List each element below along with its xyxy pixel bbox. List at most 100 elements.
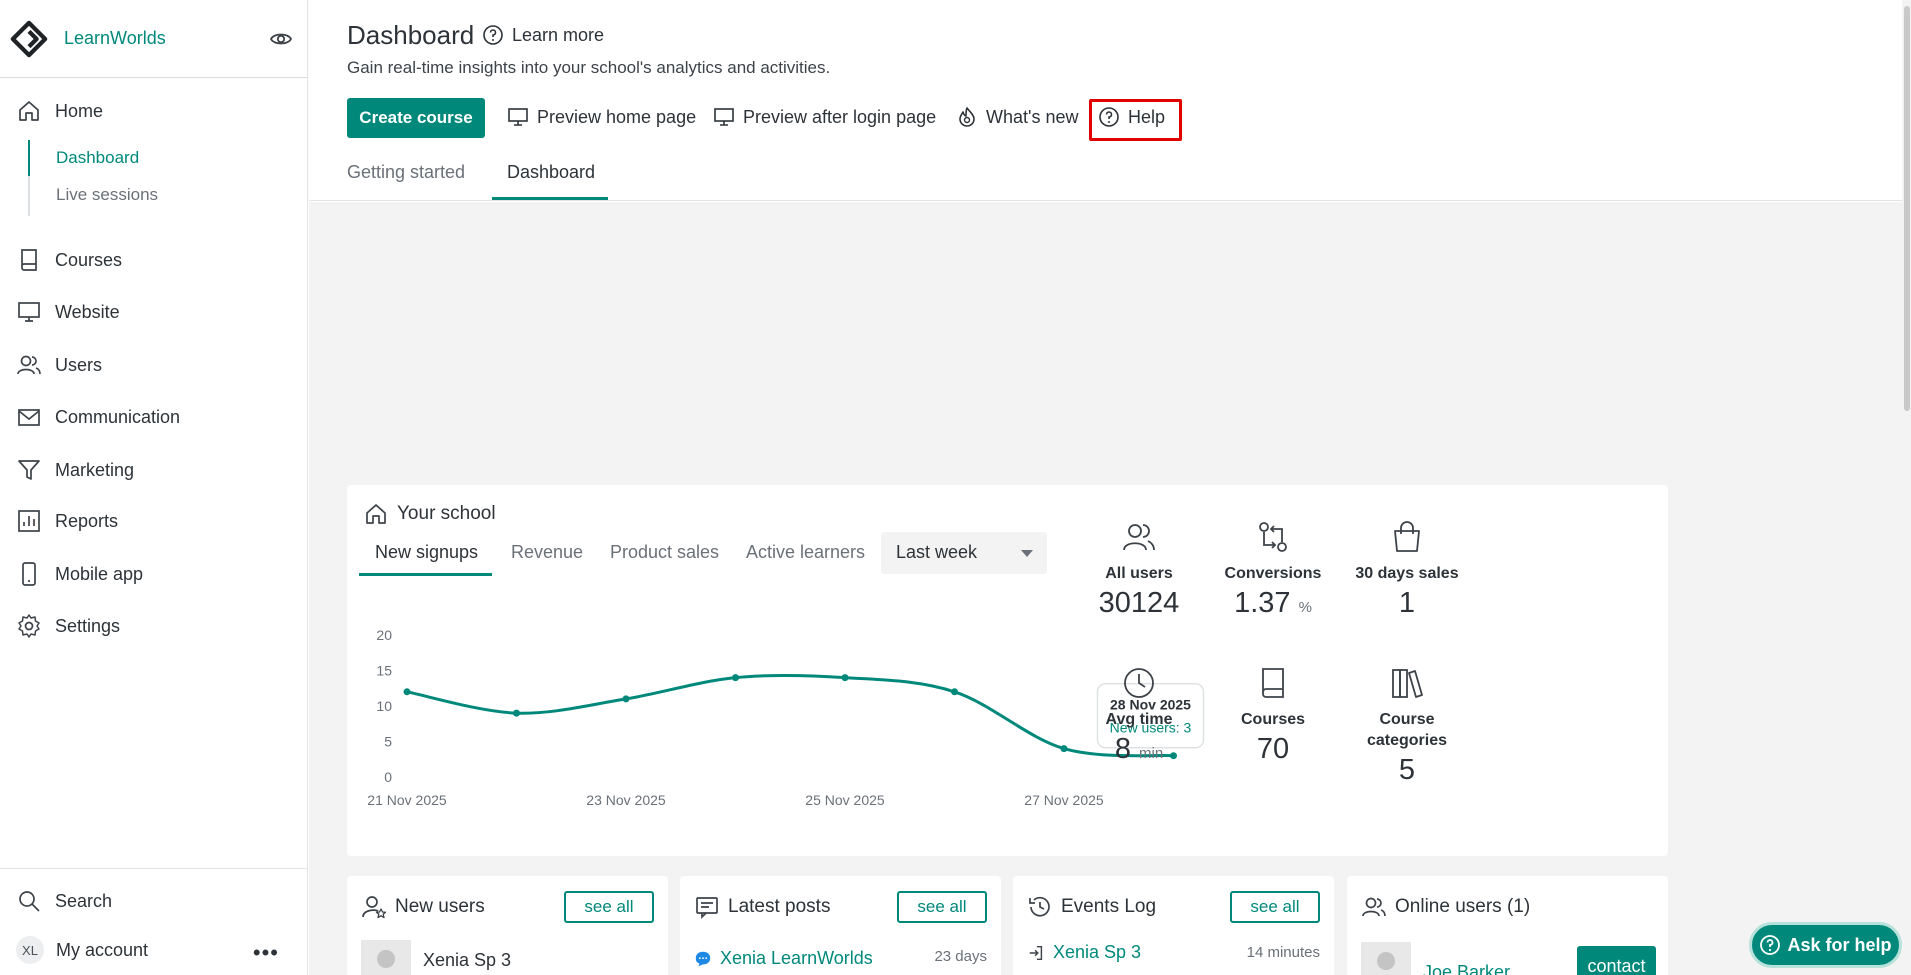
mobile-icon: [22, 562, 36, 586]
contact-button[interactable]: contact: [1577, 946, 1656, 975]
sidebar-item-reports[interactable]: Reports: [16, 506, 118, 536]
see-all-events-button[interactable]: see all: [1230, 891, 1320, 923]
series-line: [406, 673, 1174, 758]
x-tick-label: 27 Nov 2025: [1024, 792, 1104, 808]
widget-heading: Online users (1): [1361, 894, 1530, 920]
tab-revenue[interactable]: Revenue: [511, 542, 583, 563]
data-point[interactable]: [403, 688, 411, 696]
sidebar-subitem-dashboard[interactable]: Dashboard: [56, 148, 139, 168]
page-title: Dashboard: [347, 20, 475, 50]
sidebar-item-mobile-app[interactable]: Mobile app: [16, 559, 143, 589]
preview-after-login-link[interactable]: Preview after login page: [713, 106, 936, 128]
scrollbar-thumb[interactable]: [1904, 6, 1910, 411]
school-tab-indicator: [359, 573, 492, 576]
data-point[interactable]: [841, 674, 849, 682]
brand-name[interactable]: LearnWorlds: [64, 28, 166, 49]
stat-value: 1: [1398, 587, 1416, 619]
online-user-name[interactable]: Joe Barker: [1423, 962, 1510, 975]
ask-for-help-button[interactable]: Ask for help: [1749, 922, 1902, 968]
stat-label: Conversions: [1224, 565, 1322, 582]
scrollbar[interactable]: [1902, 0, 1911, 975]
learnworlds-logo-icon[interactable]: [10, 20, 48, 58]
x-tick-label: 25 Nov 2025: [805, 792, 885, 808]
user-star-icon: [362, 896, 387, 919]
sidebar-item-users[interactable]: Users: [16, 350, 102, 380]
y-tick-label: 5: [384, 734, 392, 750]
preview-after-login-label: Preview after login page: [743, 106, 937, 127]
widget-title: New users: [395, 896, 485, 917]
stat-value: 5: [1398, 754, 1416, 786]
data-point[interactable]: [513, 709, 520, 717]
list-item[interactable]: Xenia Sp 3: [361, 940, 511, 975]
stat-label: All users: [1105, 565, 1173, 582]
preview-home-page-link[interactable]: Preview home page: [507, 106, 696, 128]
whats-new-label: What's new: [986, 106, 1079, 127]
list-item[interactable]: Xenia Sp 3: [1027, 942, 1141, 963]
eye-icon[interactable]: [269, 27, 293, 51]
preview-home-label: Preview home page: [537, 106, 697, 127]
date-range-value: Last week: [896, 542, 978, 562]
tab-product-sales[interactable]: Product sales: [610, 542, 719, 563]
see-all-new-users-button[interactable]: see all: [564, 891, 654, 923]
x-tick-label: 23 Nov 2025: [586, 792, 666, 808]
stat-label: Avg time: [1105, 711, 1173, 728]
sidebar-item-courses[interactable]: Courses: [16, 245, 122, 275]
flame-icon: [959, 107, 975, 127]
post-author[interactable]: Xenia LearnWorlds: [720, 948, 873, 969]
y-tick-label: 20: [376, 627, 392, 643]
latest-posts-widget: Latest posts see all Xenia LearnWorlds 2…: [680, 876, 1001, 975]
stat-all-users: All users 30124: [1079, 519, 1199, 620]
your-school-heading: Your school: [363, 501, 496, 527]
your-school-card: Your school New signups Revenue Product …: [347, 485, 1668, 856]
sidebar-item-search[interactable]: Search: [16, 886, 112, 916]
event-user[interactable]: Xenia Sp 3: [1053, 942, 1141, 963]
stat-courses: Courses 70: [1213, 665, 1333, 766]
new-signups-chart: 0 5 10 15 20 21 Nov 2025 23 Nov 2025 25 Nov 202…: [367, 627, 1205, 808]
y-tick-label: 15: [376, 663, 392, 679]
sidebar-item-communication[interactable]: Communication: [16, 402, 180, 432]
filter-icon: [18, 460, 40, 480]
sidebar-item-settings[interactable]: Settings: [16, 611, 120, 641]
online-users-widget: Online users (1) Joe Barker contact: [1347, 876, 1668, 975]
widget-heading: New users: [361, 894, 485, 920]
new-users-widget: New users see all Xenia Sp 3: [347, 876, 668, 975]
date-range-select[interactable]: Last week: [881, 532, 1047, 574]
list-item[interactable]: Joe Barker: [1361, 940, 1510, 975]
learn-more-link[interactable]: Learn more: [482, 24, 604, 46]
create-course-button[interactable]: Create course: [347, 98, 485, 138]
stat-value: 1.37 %: [1234, 587, 1312, 619]
post-time: 23 days: [934, 948, 987, 965]
whats-new-link[interactable]: What's new: [956, 106, 1078, 128]
tab-getting-started[interactable]: Getting started: [347, 162, 465, 183]
page-header: Dashboard Learn more Gain real-time insi…: [309, 0, 1902, 201]
data-point[interactable]: [951, 688, 958, 696]
data-point[interactable]: [1060, 745, 1068, 753]
stat-label: 30 days sales: [1355, 565, 1459, 582]
tab-new-signups[interactable]: New signups: [375, 542, 478, 563]
list-item[interactable]: Xenia LearnWorlds: [694, 948, 873, 969]
data-point[interactable]: [622, 695, 630, 703]
see-all-latest-posts-button[interactable]: see all: [897, 891, 987, 923]
sidebar-item-label: Reports: [55, 510, 119, 531]
avatar: [1361, 941, 1411, 975]
monitor-icon: [18, 302, 40, 322]
sidebar-item-my-account[interactable]: XL My account: [16, 935, 148, 965]
stat-label: Courses: [1240, 711, 1306, 728]
widget-title: Events Log: [1061, 896, 1157, 917]
sidebar-item-label: Search: [55, 890, 113, 911]
help-highlight-box: [1089, 99, 1182, 141]
sidebar-item-marketing[interactable]: Marketing: [16, 455, 134, 485]
stat-30-days-sales: 30 days sales 1: [1347, 519, 1467, 620]
sidebar-item-label: Marketing: [55, 459, 135, 480]
sidebar-item-website[interactable]: Website: [16, 297, 120, 327]
tab-active-learners[interactable]: Active learners: [746, 542, 865, 563]
sidebar-item-home[interactable]: Home: [16, 96, 103, 126]
search-icon: [19, 891, 40, 912]
stat-value: 70: [1256, 733, 1290, 765]
events-log-widget: Events Log see all Xenia Sp 3 14 minutes: [1013, 876, 1334, 975]
data-point[interactable]: [732, 674, 739, 682]
more-options-icon[interactable]: •••: [253, 940, 279, 966]
tab-dashboard[interactable]: Dashboard: [507, 162, 595, 183]
user-name: Xenia Sp 3: [423, 949, 512, 970]
sidebar-subitem-live-sessions[interactable]: Live sessions: [56, 185, 158, 205]
